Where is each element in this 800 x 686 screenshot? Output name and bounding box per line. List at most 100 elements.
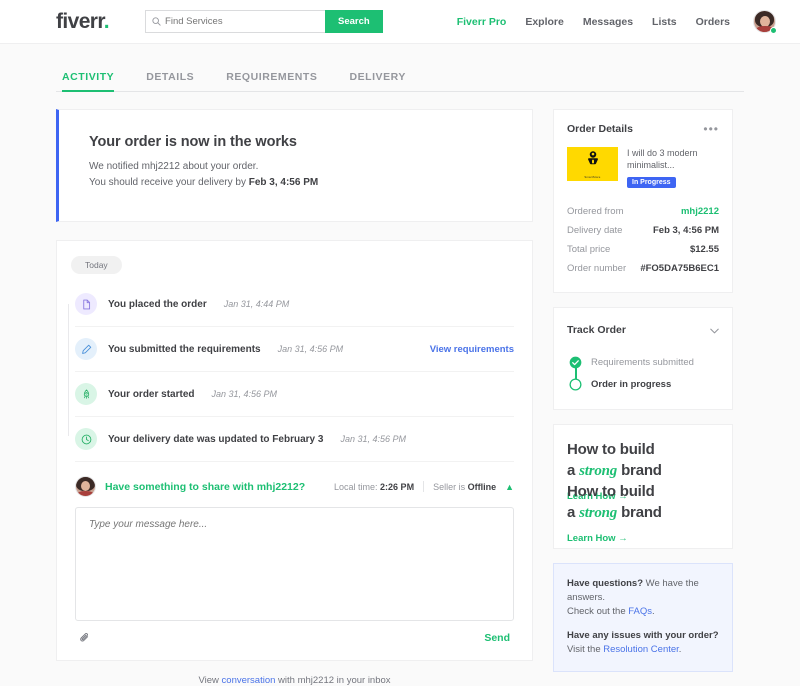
order-detail-label: Delivery date <box>567 225 623 236</box>
promo-content-duplicate: How to build a strong brand Learn How → <box>567 481 719 546</box>
order-details-header: Order Details ••• <box>567 123 719 135</box>
resolution-center-link[interactable]: Resolution Center <box>603 644 679 655</box>
status-notified-line: We notified mhj2212 about your order. <box>89 161 259 172</box>
status-delivery-prefix: You should receive your delivery by <box>89 177 249 188</box>
track-order-title: Track Order <box>567 324 626 336</box>
seller-status-label: Seller is <box>433 481 468 492</box>
timeline-connector <box>67 304 69 436</box>
track-step-label: Order in progress <box>591 378 672 390</box>
gig-thumbnail: SmartStore <box>567 147 618 181</box>
order-details-title: Order Details <box>567 123 633 135</box>
promo-line-1: How to build <box>567 441 655 458</box>
promo-learn-how-link-duplicate[interactable]: Learn How → <box>567 533 628 544</box>
search-icon <box>152 17 161 26</box>
timeline-item: You submitted the requirements Jan 31, 4… <box>75 327 514 372</box>
tab-delivery[interactable]: DELIVERY <box>349 71 406 92</box>
footer-prefix: View <box>198 675 222 686</box>
local-time: Local time: 2:26 PM <box>334 482 414 492</box>
help-issues: Have any issues with your order? Visit t… <box>567 629 719 657</box>
help-issues-bold: Have any issues with your order? <box>567 630 719 641</box>
seller-username-link[interactable]: mhj2212 <box>681 206 719 217</box>
user-avatar[interactable] <box>753 10 777 34</box>
footer-suffix: with mhj2212 in your inbox <box>275 675 391 686</box>
buyer-avatar <box>75 476 96 497</box>
gig-thumbnail-mark <box>585 150 600 174</box>
status-badge: In Progress <box>627 177 676 188</box>
view-requirements-link[interactable]: View requirements <box>430 344 514 355</box>
search-box[interactable] <box>145 10 326 33</box>
order-detail-row: Total price $12.55 <box>567 240 719 259</box>
order-detail-label: Total price <box>567 244 611 255</box>
chevron-up-icon[interactable]: ▲ <box>505 482 514 492</box>
message-footer: Send <box>57 621 532 660</box>
logo-dot: . <box>103 9 110 33</box>
promo-line-2-b: brand <box>617 462 662 479</box>
tab-activity[interactable]: ACTIVITY <box>62 71 115 92</box>
promo-banner[interactable]: How to build a strong brand Learn How → … <box>553 424 733 549</box>
send-button[interactable]: Send <box>484 632 510 644</box>
help-resolution-prefix: Visit the <box>567 644 604 655</box>
online-status-dot <box>770 27 777 34</box>
gig-thumbnail-caption: SmartStore <box>584 175 601 179</box>
nav-item-messages[interactable]: Messages <box>583 16 633 28</box>
pencil-icon <box>75 338 97 360</box>
timeline-item-time: Jan 31, 4:56 PM <box>211 389 278 399</box>
content-columns: Your order is now in the works We notifi… <box>56 109 744 686</box>
attachment-icon[interactable] <box>79 632 91 644</box>
site-header: fiverr. Search Fiverr Pro Explore Messag… <box>0 0 800 44</box>
message-prompt[interactable]: Have something to share with mhj2212? <box>105 481 305 493</box>
track-step: Requirements submitted <box>569 351 719 373</box>
nav-item-orders[interactable]: Orders <box>696 16 730 28</box>
help-questions: Have questions? We have the answers. Che… <box>567 577 719 619</box>
track-order-header[interactable]: Track Order <box>567 321 719 339</box>
local-time-label: Local time: <box>334 481 381 492</box>
fiverr-logo[interactable]: fiverr. <box>56 9 110 34</box>
nav-item-fiverr-pro[interactable]: Fiverr Pro <box>457 16 507 28</box>
tab-requirements[interactable]: REQUIREMENTS <box>226 71 317 92</box>
search-button[interactable]: Search <box>325 10 383 33</box>
promo-line-2-duplicate: a strong brand <box>567 502 719 524</box>
nav-item-explore[interactable]: Explore <box>525 16 564 28</box>
message-input[interactable] <box>75 507 514 621</box>
order-detail-row: Ordered from mhj2212 <box>567 202 719 221</box>
timeline-item-text: You placed the order <box>108 298 207 310</box>
gig-summary[interactable]: SmartStore I will do 3 modern minimalist… <box>567 147 719 189</box>
gig-title: I will do 3 modern minimalist... <box>627 148 698 170</box>
faqs-link[interactable]: FAQs <box>628 606 652 617</box>
activity-card: Today You placed the order Jan 31, 4:44 … <box>56 240 533 661</box>
order-detail-row: Order number #FO5DA75B6EC1 <box>567 259 719 278</box>
timeline-item: Your order started Jan 31, 4:56 PM <box>75 372 514 417</box>
timeline-item-time: Jan 31, 4:56 PM <box>277 344 344 354</box>
logo-text: fiverr <box>56 9 104 33</box>
tab-details[interactable]: DETAILS <box>146 71 194 92</box>
more-options-icon[interactable]: ••• <box>703 123 719 135</box>
track-order-steps: Requirements submitted Order in progress <box>567 351 719 395</box>
page-body: ACTIVITY DETAILS REQUIREMENTS DELIVERY Y… <box>0 71 800 686</box>
seller-status: Seller is Offline <box>433 482 496 492</box>
order-detail-row: Delivery date Feb 3, 4:56 PM <box>567 221 719 240</box>
timeline-item-text: Your delivery date was updated to Februa… <box>108 433 324 445</box>
help-questions-bold: Have questions? <box>567 578 644 589</box>
track-order-card: Track Order Requirements submitted Order… <box>553 307 733 410</box>
status-delivery-date: Feb 3, 4:56 PM <box>248 177 319 188</box>
help-faq-suffix: . <box>652 606 655 617</box>
nav-item-lists[interactable]: Lists <box>652 16 677 28</box>
main-column: Your order is now in the works We notifi… <box>56 109 533 686</box>
meta-divider <box>423 481 425 492</box>
day-badge: Today <box>71 256 122 274</box>
search-bar: Search <box>145 10 383 33</box>
search-input[interactable] <box>165 16 320 27</box>
order-detail-value: Feb 3, 4:56 PM <box>653 225 719 236</box>
order-tabs: ACTIVITY DETAILS REQUIREMENTS DELIVERY <box>56 71 744 92</box>
promo-line-2-b-duplicate: brand <box>617 504 662 521</box>
rocket-icon <box>75 383 97 405</box>
track-step-label: Requirements submitted <box>591 356 694 368</box>
chevron-down-icon[interactable] <box>710 321 719 339</box>
promo-emphasis: strong <box>579 463 618 479</box>
main-nav: Fiverr Pro Explore Messages Lists Orders <box>457 10 777 34</box>
order-detail-value: $12.55 <box>689 244 719 255</box>
order-detail-label: Order number <box>567 263 627 274</box>
conversation-link[interactable]: conversation <box>222 675 276 686</box>
activity-timeline: You placed the order Jan 31, 4:44 PM You… <box>57 282 532 462</box>
seller-status-value: Offline <box>467 481 497 492</box>
